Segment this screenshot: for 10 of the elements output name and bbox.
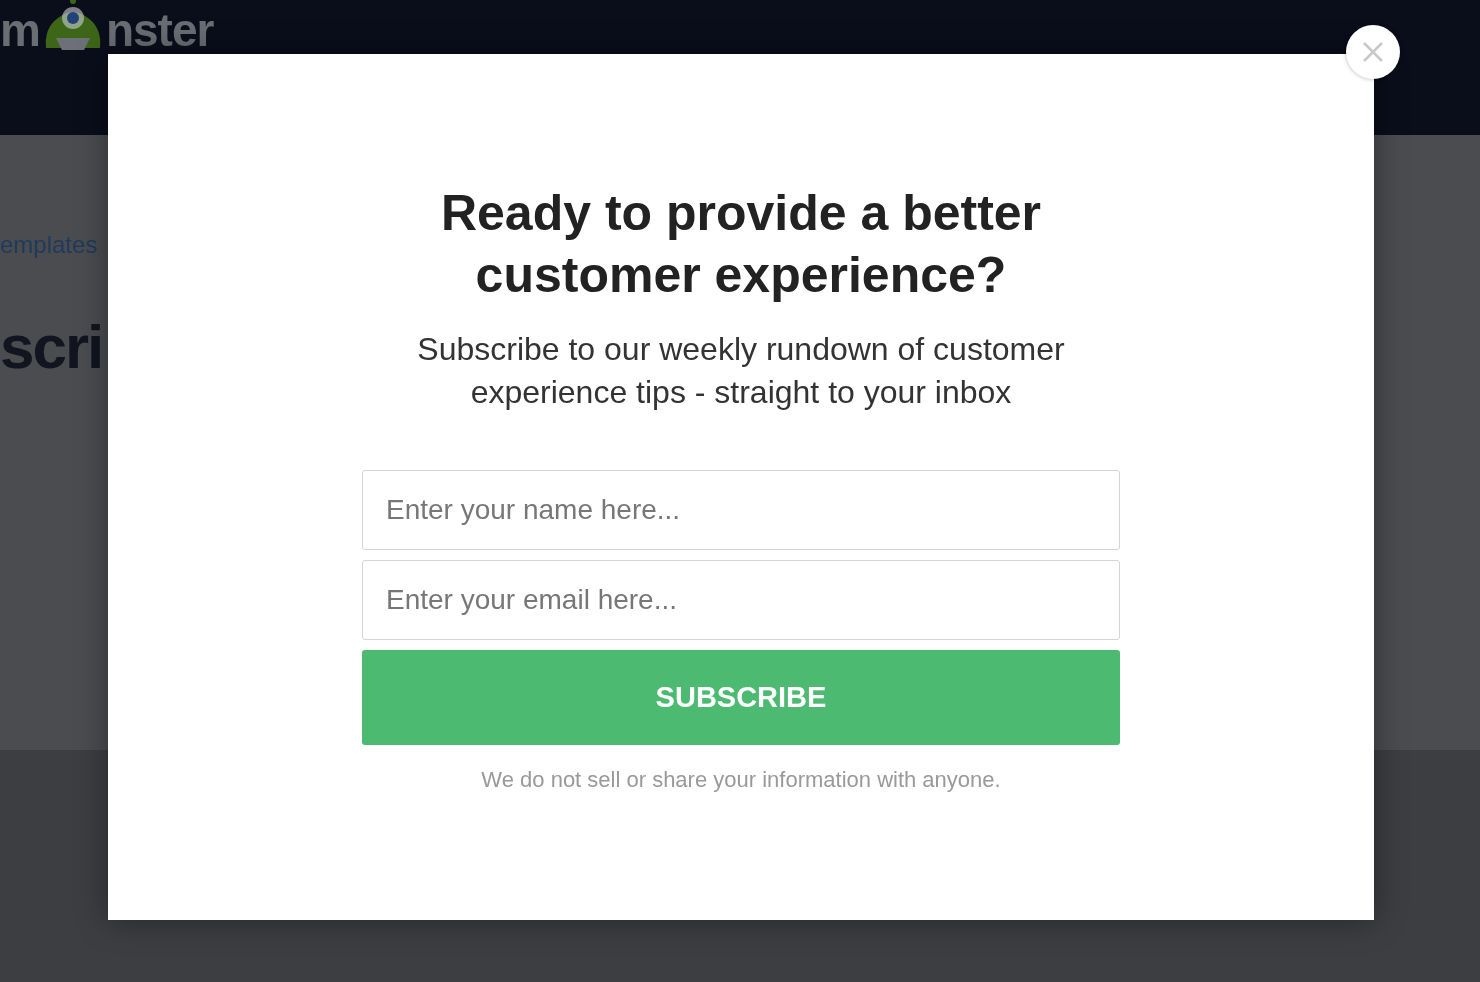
logo-text: nster	[105, 8, 214, 52]
subscribe-button[interactable]: SUBSCRIBE	[362, 650, 1120, 745]
modal-title: Ready to provide a better customer experience?	[439, 184, 1043, 305]
privacy-note: We do not sell or share your information with anyone.	[480, 767, 1002, 793]
input-field[interactable]: Enter your email here...	[362, 560, 1120, 640]
logo-text: m	[0, 8, 40, 52]
input-field[interactable]: Enter your name here...	[362, 470, 1120, 550]
close-icon	[1362, 41, 1384, 63]
modal-subtitle: Subscribe to our weekly rundown of customer experience tips - straight to your inbox	[416, 330, 1066, 412]
page-heading: scri	[0, 311, 104, 382]
